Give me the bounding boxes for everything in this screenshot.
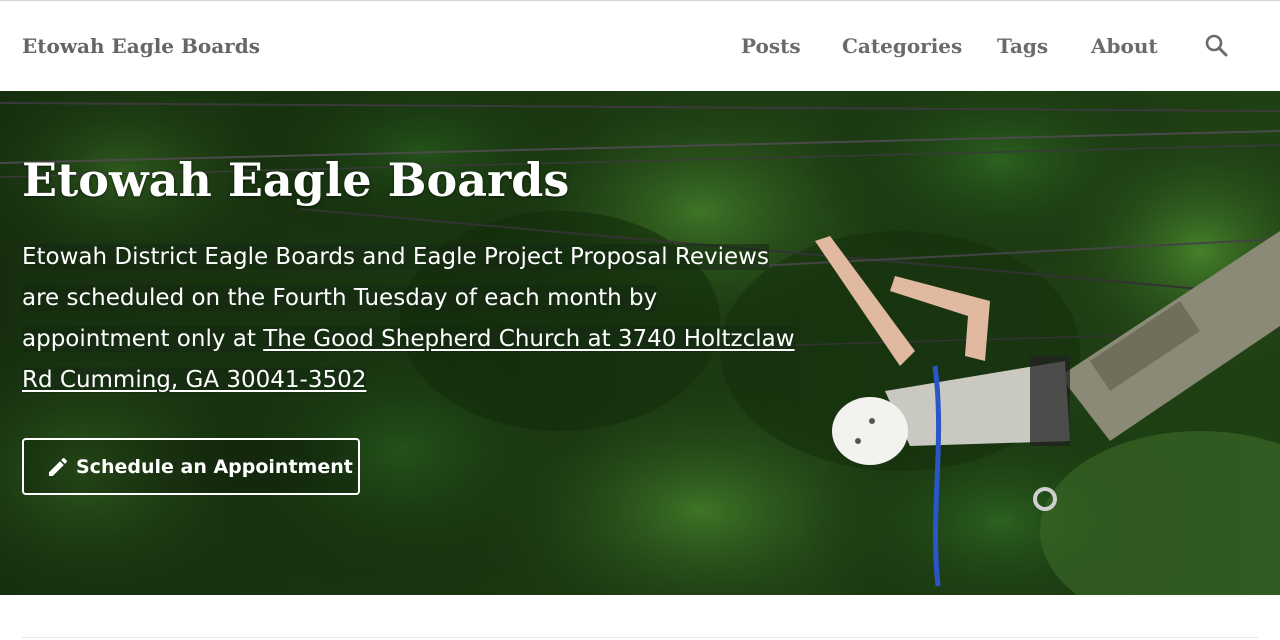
site-brand-link[interactable]: Etowah Eagle Boards xyxy=(22,34,260,58)
schedule-appointment-button[interactable]: Schedule an Appointment xyxy=(22,438,360,495)
schedule-appointment-label: Schedule an Appointment xyxy=(76,455,353,478)
nav-posts-link[interactable]: Posts xyxy=(741,34,801,58)
navbar: Etowah Eagle Boards Posts Categories Tag… xyxy=(0,0,1280,91)
hero-description: Etowah District Eagle Boards and Eagle P… xyxy=(22,237,802,401)
nav-tags-link[interactable]: Tags xyxy=(997,34,1048,58)
nav-about-link[interactable]: About xyxy=(1091,34,1158,58)
search-icon[interactable] xyxy=(1204,33,1230,59)
hero-title: Etowah Eagle Boards xyxy=(22,153,570,207)
pencil-icon xyxy=(49,457,68,476)
nav-categories-link[interactable]: Categories xyxy=(842,34,962,58)
